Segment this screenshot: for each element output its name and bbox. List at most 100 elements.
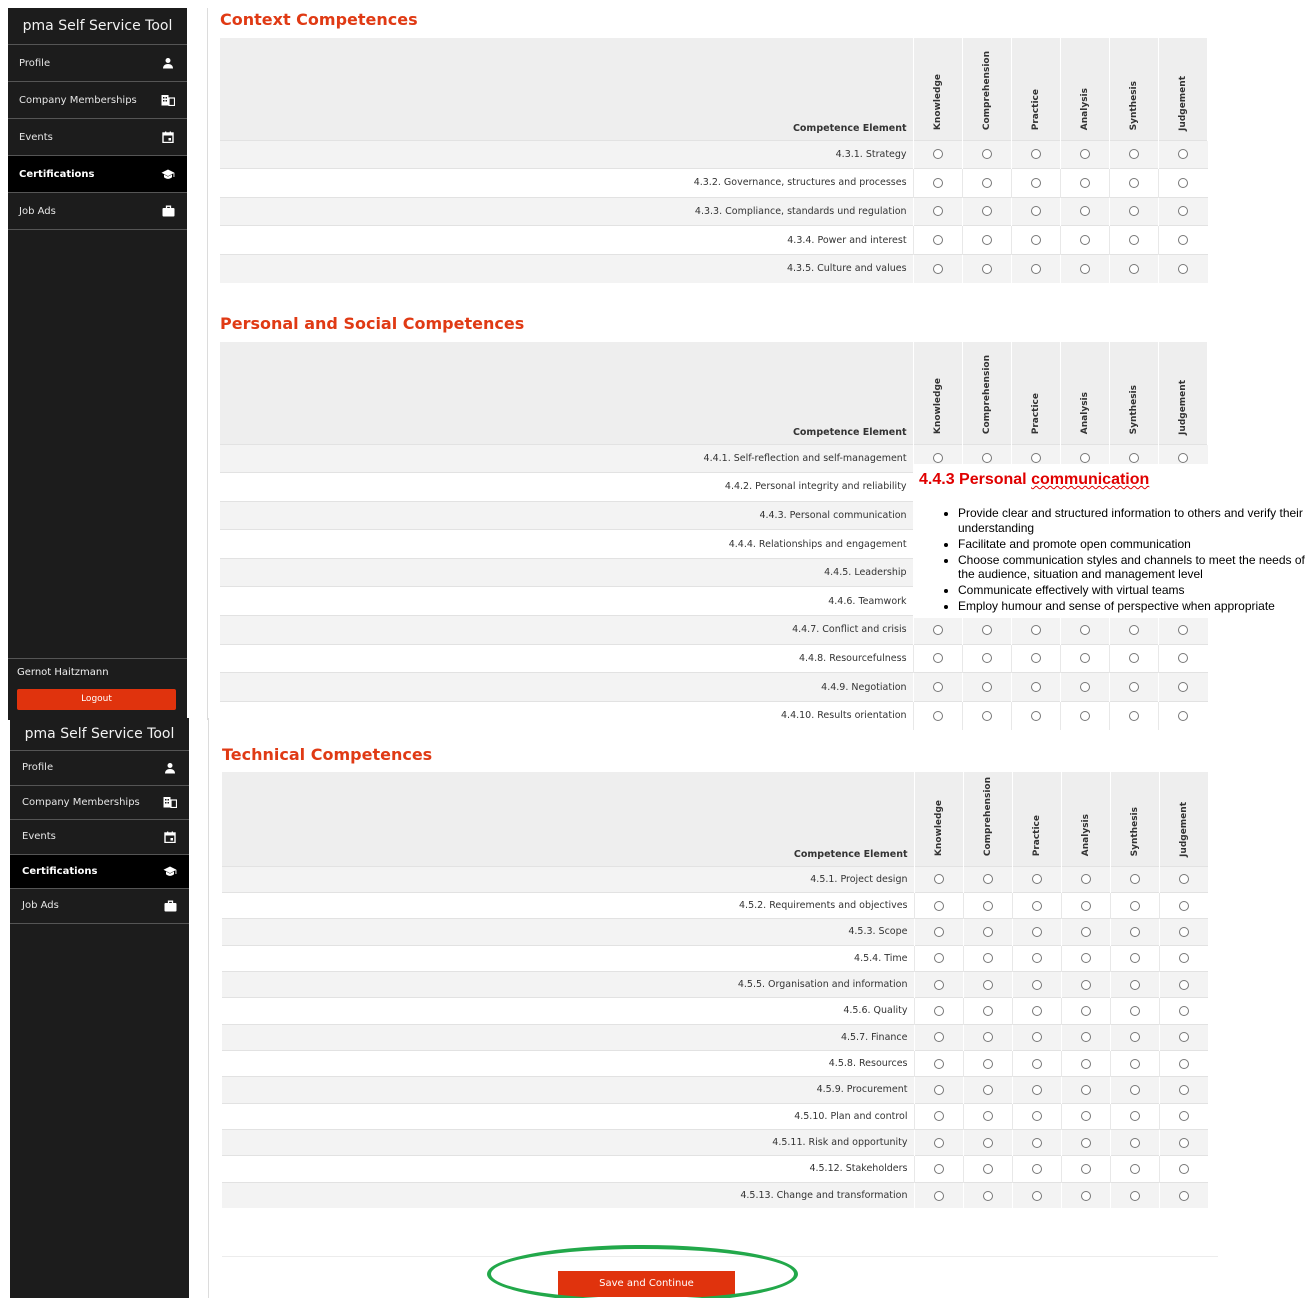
radio-judgement[interactable] bbox=[1178, 263, 1189, 274]
radio-practice[interactable] bbox=[1031, 926, 1042, 937]
radio-practice[interactable] bbox=[1031, 1137, 1042, 1148]
radio-knowledge[interactable] bbox=[932, 149, 943, 160]
radio-comprehension[interactable] bbox=[981, 624, 992, 635]
radio-synthesis[interactable] bbox=[1129, 1111, 1140, 1122]
radio-analysis[interactable] bbox=[1079, 682, 1090, 693]
radio-knowledge[interactable] bbox=[933, 979, 944, 990]
radio-judgement[interactable] bbox=[1178, 953, 1189, 964]
radio-practice[interactable] bbox=[1031, 1111, 1042, 1122]
radio-judgement[interactable] bbox=[1178, 682, 1189, 693]
radio-analysis[interactable] bbox=[1080, 1137, 1091, 1148]
radio-practice[interactable] bbox=[1031, 1005, 1042, 1016]
radio-judgement[interactable] bbox=[1178, 177, 1189, 188]
radio-comprehension[interactable] bbox=[981, 710, 992, 721]
radio-knowledge[interactable] bbox=[932, 263, 943, 274]
radio-synthesis[interactable] bbox=[1128, 682, 1139, 693]
radio-analysis[interactable] bbox=[1079, 177, 1090, 188]
radio-analysis[interactable] bbox=[1080, 953, 1091, 964]
radio-practice[interactable] bbox=[1031, 979, 1042, 990]
radio-knowledge[interactable] bbox=[933, 1032, 944, 1043]
radio-judgement[interactable] bbox=[1178, 900, 1189, 911]
radio-synthesis[interactable] bbox=[1128, 453, 1139, 464]
sidebar-item-certifications[interactable]: Certifications bbox=[8, 156, 187, 193]
radio-comprehension[interactable] bbox=[981, 235, 992, 246]
radio-synthesis[interactable] bbox=[1129, 1084, 1140, 1095]
radio-synthesis[interactable] bbox=[1128, 710, 1139, 721]
radio-knowledge[interactable] bbox=[933, 1111, 944, 1122]
radio-analysis[interactable] bbox=[1080, 926, 1091, 937]
sidebar-item-events[interactable]: Events bbox=[10, 820, 189, 855]
radio-knowledge[interactable] bbox=[932, 206, 943, 217]
radio-judgement[interactable] bbox=[1178, 1111, 1189, 1122]
radio-analysis[interactable] bbox=[1080, 900, 1091, 911]
radio-analysis[interactable] bbox=[1079, 624, 1090, 635]
radio-comprehension[interactable] bbox=[981, 653, 992, 664]
radio-analysis[interactable] bbox=[1080, 874, 1091, 885]
radio-practice[interactable] bbox=[1030, 710, 1041, 721]
sidebar-item-job-ads[interactable]: Job Ads bbox=[10, 889, 189, 924]
radio-analysis[interactable] bbox=[1080, 1058, 1091, 1069]
sidebar-item-company-memberships[interactable]: Company Memberships bbox=[10, 786, 189, 820]
radio-comprehension[interactable] bbox=[981, 206, 992, 217]
radio-practice[interactable] bbox=[1031, 1163, 1042, 1174]
radio-knowledge[interactable] bbox=[933, 926, 944, 937]
radio-knowledge[interactable] bbox=[932, 235, 943, 246]
radio-judgement[interactable] bbox=[1178, 235, 1189, 246]
radio-comprehension[interactable] bbox=[982, 953, 993, 964]
radio-synthesis[interactable] bbox=[1128, 206, 1139, 217]
radio-synthesis[interactable] bbox=[1129, 874, 1140, 885]
radio-judgement[interactable] bbox=[1178, 624, 1189, 635]
radio-synthesis[interactable] bbox=[1129, 953, 1140, 964]
radio-analysis[interactable] bbox=[1079, 206, 1090, 217]
radio-analysis[interactable] bbox=[1079, 235, 1090, 246]
radio-practice[interactable] bbox=[1031, 874, 1042, 885]
radio-comprehension[interactable] bbox=[982, 874, 993, 885]
radio-practice[interactable] bbox=[1030, 624, 1041, 635]
radio-practice[interactable] bbox=[1030, 235, 1041, 246]
radio-judgement[interactable] bbox=[1178, 979, 1189, 990]
radio-synthesis[interactable] bbox=[1129, 900, 1140, 911]
radio-analysis[interactable] bbox=[1079, 710, 1090, 721]
sidebar-item-profile[interactable]: Profile bbox=[8, 45, 187, 82]
radio-analysis[interactable] bbox=[1080, 1190, 1091, 1201]
radio-practice[interactable] bbox=[1030, 263, 1041, 274]
radio-synthesis[interactable] bbox=[1128, 263, 1139, 274]
radio-practice[interactable] bbox=[1031, 1190, 1042, 1201]
radio-comprehension[interactable] bbox=[982, 979, 993, 990]
radio-judgement[interactable] bbox=[1178, 453, 1189, 464]
radio-practice[interactable] bbox=[1031, 953, 1042, 964]
radio-knowledge[interactable] bbox=[933, 1058, 944, 1069]
radio-knowledge[interactable] bbox=[932, 624, 943, 635]
sidebar-item-certifications[interactable]: Certifications bbox=[10, 854, 189, 889]
radio-synthesis[interactable] bbox=[1129, 1032, 1140, 1043]
radio-knowledge[interactable] bbox=[933, 1190, 944, 1201]
radio-analysis[interactable] bbox=[1079, 149, 1090, 160]
radio-synthesis[interactable] bbox=[1128, 624, 1139, 635]
radio-judgement[interactable] bbox=[1178, 874, 1189, 885]
radio-judgement[interactable] bbox=[1178, 1190, 1189, 1201]
radio-practice[interactable] bbox=[1030, 206, 1041, 217]
radio-comprehension[interactable] bbox=[982, 1163, 993, 1174]
radio-comprehension[interactable] bbox=[982, 1005, 993, 1016]
radio-synthesis[interactable] bbox=[1128, 653, 1139, 664]
radio-comprehension[interactable] bbox=[981, 453, 992, 464]
radio-analysis[interactable] bbox=[1079, 653, 1090, 664]
radio-analysis[interactable] bbox=[1080, 1005, 1091, 1016]
radio-knowledge[interactable] bbox=[933, 1163, 944, 1174]
radio-practice[interactable] bbox=[1030, 149, 1041, 160]
radio-practice[interactable] bbox=[1031, 900, 1042, 911]
radio-comprehension[interactable] bbox=[982, 1032, 993, 1043]
radio-analysis[interactable] bbox=[1080, 979, 1091, 990]
radio-knowledge[interactable] bbox=[933, 1084, 944, 1095]
radio-synthesis[interactable] bbox=[1129, 1190, 1140, 1201]
radio-practice[interactable] bbox=[1031, 1032, 1042, 1043]
radio-judgement[interactable] bbox=[1178, 1005, 1189, 1016]
radio-practice[interactable] bbox=[1031, 1058, 1042, 1069]
radio-comprehension[interactable] bbox=[981, 149, 992, 160]
radio-analysis[interactable] bbox=[1080, 1111, 1091, 1122]
radio-synthesis[interactable] bbox=[1129, 1163, 1140, 1174]
radio-judgement[interactable] bbox=[1178, 1084, 1189, 1095]
radio-knowledge[interactable] bbox=[932, 177, 943, 188]
radio-comprehension[interactable] bbox=[981, 263, 992, 274]
radio-practice[interactable] bbox=[1031, 1084, 1042, 1095]
